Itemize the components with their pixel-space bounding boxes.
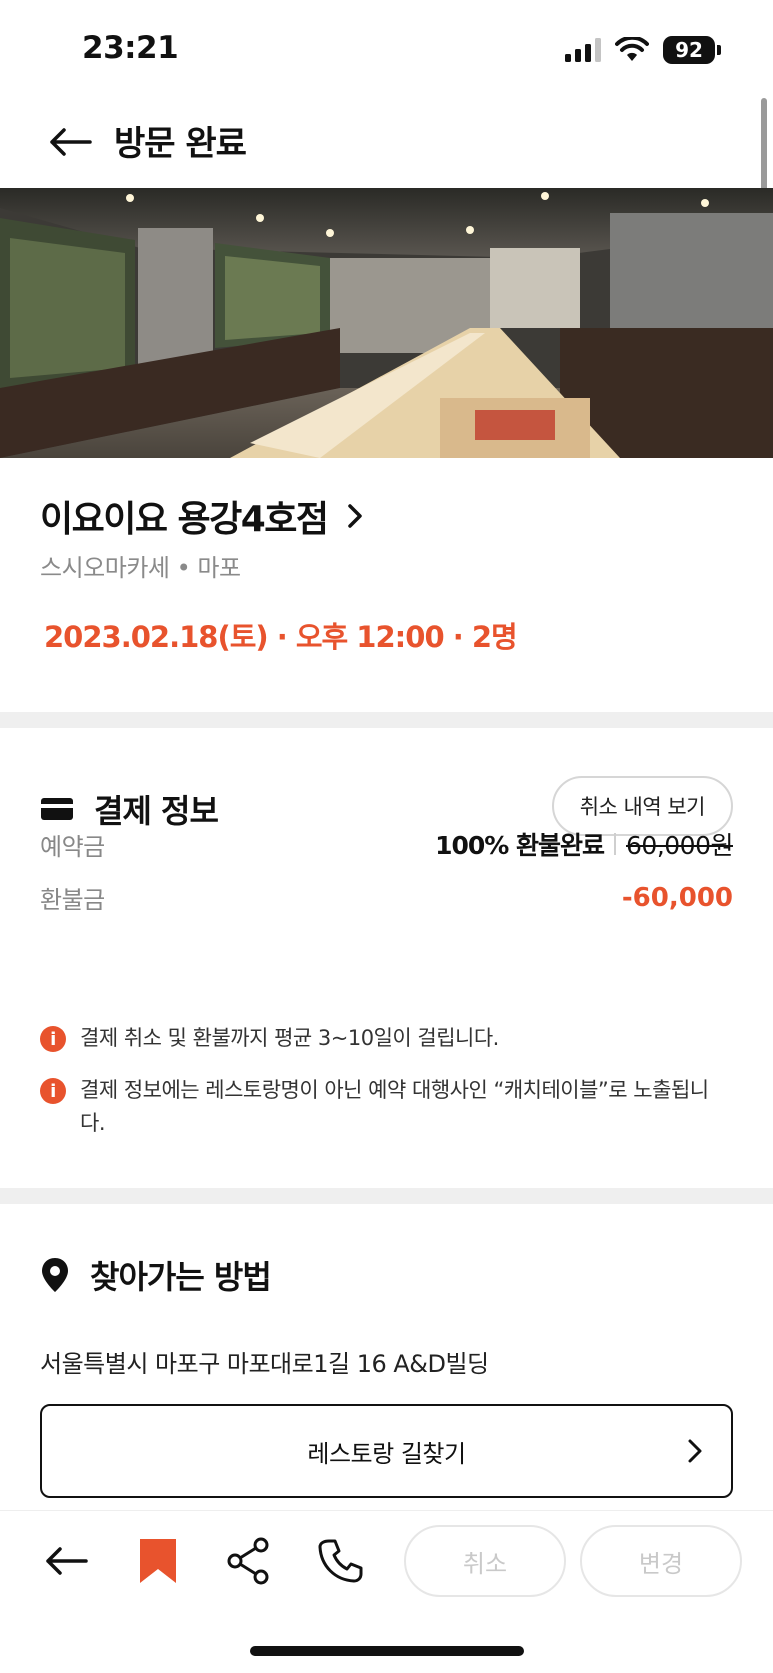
status-time: 23:21 — [82, 30, 179, 66]
page-title: 방문 완료 — [114, 124, 247, 164]
status-icons: 92 — [565, 36, 721, 64]
restaurant-name-link[interactable]: 이요이요 용강4호점 — [40, 490, 364, 542]
phone-icon — [318, 1539, 363, 1583]
notice-item: i 결제 취소 및 환불까지 평균 3~10일이 걸립니다. — [40, 1022, 733, 1055]
info-icon: i — [40, 1078, 66, 1104]
restaurant-address: 서울특별시 마포구 마포대로1길 16 A&D빌딩 — [40, 1350, 489, 1378]
directions-title: 찾아가는 방법 — [90, 1258, 272, 1296]
share-button[interactable] — [222, 1535, 274, 1587]
wifi-icon — [615, 37, 649, 61]
restaurant-name: 이요이요 용강4호점 — [40, 499, 329, 540]
directions-header: 찾아가는 방법 — [40, 1252, 272, 1298]
nav-header: 방문 완료 — [0, 96, 773, 188]
restaurant-photo — [0, 188, 773, 458]
back-button[interactable] — [44, 118, 96, 166]
section-divider — [0, 1188, 773, 1204]
back-action-button[interactable] — [40, 1535, 92, 1587]
signal-icon — [565, 38, 601, 62]
chevron-right-icon — [688, 1439, 702, 1463]
bookmark-icon — [140, 1539, 176, 1583]
call-button[interactable] — [314, 1535, 366, 1587]
directions-button-label: 레스토랑 길찾기 — [307, 1439, 466, 1468]
cancel-reservation-button[interactable]: 취소 — [404, 1525, 566, 1597]
directions-section: 찾아가는 방법 서울특별시 마포구 마포대로1길 16 A&D빌딩 레스토랑 길… — [0, 1204, 773, 1504]
deposit-row: 예약금 100% 환불완료 60,000원 — [40, 826, 733, 862]
original-amount: 60,000원 — [626, 831, 733, 860]
refund-row: 환불금 -60,000 — [40, 880, 733, 915]
battery-icon: 92 — [663, 36, 721, 64]
notice-item: i 결제 정보에는 레스토랑명이 아닌 예약 대행사인 “캐치테이블”로 노출됩… — [40, 1074, 733, 1140]
change-reservation-button[interactable]: 변경 — [580, 1525, 742, 1597]
info-icon: i — [40, 1026, 66, 1052]
payment-section: 결제 정보 취소 내역 보기 예약금 100% 환불완료 60,000원 환불금… — [0, 728, 773, 1188]
deposit-label: 예약금 — [40, 832, 105, 861]
directions-button[interactable]: 레스토랑 길찾기 — [40, 1404, 733, 1498]
section-divider — [0, 712, 773, 728]
home-indicator[interactable] — [250, 1646, 524, 1656]
credit-card-icon — [41, 798, 73, 820]
restaurant-category: 스시오마카세 • 마포 — [40, 554, 241, 582]
chevron-right-icon — [347, 504, 362, 528]
restaurant-info: 이요이요 용강4호점 스시오마카세 • 마포 2023.02.18(토) · 오… — [0, 458, 773, 712]
arrow-left-icon — [46, 1547, 88, 1575]
bottom-action-bar: 취소 변경 — [0, 1510, 773, 1610]
notice-text: 결제 정보에는 레스토랑명이 아닌 예약 대행사인 “캐치테이블”로 노출됩니다… — [80, 1078, 709, 1135]
status-bar: 23:21 92 — [0, 0, 773, 96]
battery-level: 92 — [663, 36, 715, 64]
refund-status: 100% 환불완료 — [435, 831, 605, 860]
share-icon — [227, 1537, 269, 1585]
notice-text: 결제 취소 및 환불까지 평균 3~10일이 걸립니다. — [80, 1026, 499, 1050]
arrow-left-icon — [50, 128, 92, 156]
refund-label: 환불금 — [40, 886, 105, 914]
map-pin-icon — [42, 1258, 68, 1292]
reservation-datetime: 2023.02.18(토) · 오후 12:00 · 2명 — [44, 620, 518, 654]
bookmark-button[interactable] — [132, 1535, 184, 1587]
value-separator — [614, 833, 617, 855]
refund-amount: -60,000 — [621, 882, 733, 913]
